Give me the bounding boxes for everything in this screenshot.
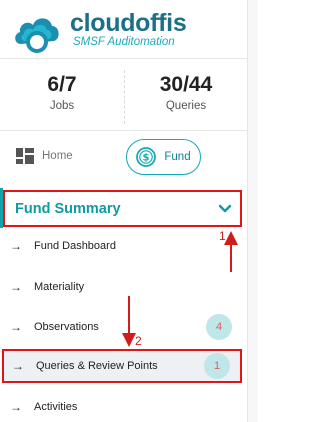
menu-item-label: Materiality bbox=[34, 281, 85, 293]
arrow-right-icon: → bbox=[10, 280, 22, 294]
jobs-stat-value: 6/7 bbox=[47, 73, 77, 96]
fund-nav-label: Fund bbox=[164, 151, 191, 163]
annotation-step-2: 2 bbox=[135, 334, 142, 348]
menu-item-label: Queries & Review Points bbox=[36, 360, 158, 372]
dashboard-grid-icon bbox=[16, 148, 34, 164]
annotation-step-1: 1 bbox=[219, 229, 226, 243]
menu-item-fund-dashboard[interactable]: → Fund Dashboard bbox=[0, 228, 244, 264]
fund-nav-button[interactable]: $ Fund bbox=[126, 139, 201, 175]
menu-item-label: Activities bbox=[34, 401, 78, 413]
count-badge: 4 bbox=[206, 314, 232, 340]
queries-stat-value: 30/44 bbox=[159, 73, 213, 96]
brand-name: cloudoffis bbox=[70, 9, 187, 37]
jobs-stat-label: Jobs bbox=[49, 100, 75, 112]
arrow-right-icon: → bbox=[12, 359, 24, 373]
arrow-right-icon: → bbox=[10, 320, 22, 334]
menu-item-observations[interactable]: → Observations 4 bbox=[0, 309, 244, 345]
count-badge: 1 bbox=[204, 353, 230, 379]
home-nav-label: Home bbox=[42, 150, 73, 162]
divider bbox=[0, 58, 248, 59]
arrow-right-icon: → bbox=[10, 239, 22, 253]
fund-summary-toggle[interactable]: Fund Summary bbox=[3, 190, 242, 227]
menu-item-label: Fund Dashboard bbox=[34, 240, 116, 252]
menu-item-queries-review-points[interactable]: → Queries & Review Points 1 bbox=[2, 349, 242, 383]
cloud-logo-icon bbox=[15, 18, 59, 53]
divider bbox=[0, 130, 248, 131]
queries-stat-label: Queries bbox=[165, 100, 207, 112]
chevron-down-icon bbox=[218, 204, 232, 212]
home-nav-button[interactable]: Home bbox=[16, 146, 73, 166]
fund-summary-title: Fund Summary bbox=[15, 200, 121, 217]
content-edge bbox=[248, 0, 258, 422]
svg-text:$: $ bbox=[143, 153, 150, 164]
jobs-stat: 6/7 Jobs bbox=[12, 72, 112, 112]
brand-tagline: SMSF Auditomation bbox=[73, 36, 175, 48]
menu-item-activities[interactable]: → Activities bbox=[0, 389, 244, 422]
arrow-right-icon: → bbox=[10, 400, 22, 414]
brand-logo[interactable]: cloudoffis SMSF Auditomation bbox=[0, 0, 248, 58]
dollar-coin-icon: $ bbox=[136, 147, 157, 167]
menu-item-label: Observations bbox=[34, 321, 99, 333]
menu-item-materiality[interactable]: → Materiality bbox=[0, 269, 244, 305]
sidebar: cloudoffis SMSF Auditomation 6/7 Jobs 30… bbox=[0, 0, 248, 422]
queries-stat: 30/44 Queries bbox=[136, 72, 236, 112]
stats-separator bbox=[124, 70, 125, 124]
